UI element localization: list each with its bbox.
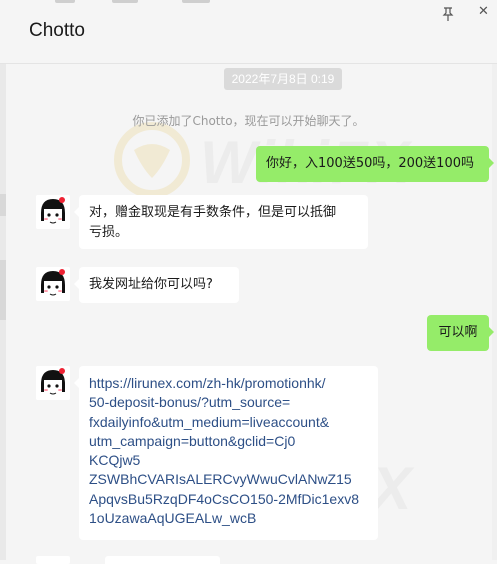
link-line[interactable]: ApqvsBu5RzqDF4oCsCO150-2MfDic1exv8 — [89, 490, 368, 509]
incoming-message[interactable]: 我发网址给你可以吗? — [74, 267, 239, 303]
avatar-icon — [36, 267, 70, 301]
top-toolbar-fragment — [55, 0, 75, 3]
avatar[interactable] — [36, 366, 70, 400]
message-line: 对，赠金取现是有手数条件，但是可以抵御 — [89, 205, 337, 220]
outgoing-message[interactable]: 你好，入100送50吗，200送100吗 — [256, 146, 494, 182]
link-line[interactable]: ZSWBhCVARIsALERCvyWwuCvlANwZ15 — [89, 470, 368, 489]
message-text: 可以啊 — [438, 325, 478, 340]
system-message: 你已添加了Chotto，现在可以开始聊天了。 — [132, 114, 365, 128]
close-icon[interactable]: ✕ — [478, 4, 489, 19]
avatar-icon — [36, 366, 70, 400]
link-line[interactable]: KCQjw5 — [89, 451, 368, 470]
message-line: 亏损。 — [89, 225, 129, 240]
message-text: 你好，入100送50吗，200送100吗 — [266, 156, 474, 171]
avatar[interactable] — [36, 556, 70, 564]
link-line[interactable]: https://lirunex.com/zh-hk/promotionhk/ — [89, 374, 368, 393]
message-timestamp: 2022年7月8日 0:19 — [224, 68, 342, 90]
chat-area[interactable]: 2022年7月8日 0:19 你已添加了Chotto，现在可以开始聊天了。 你好… — [0, 64, 497, 564]
link-line[interactable]: 50-deposit-bonus/?utm_source= — [89, 393, 368, 412]
incoming-message-partial[interactable] — [105, 556, 220, 564]
avatar[interactable] — [36, 195, 70, 229]
avatar-icon — [36, 195, 70, 229]
link-line[interactable]: 1oUzawaAqUGEALw_wcB — [89, 509, 368, 528]
link-line[interactable]: fxdailyinfo&utm_medium=liveaccount& — [89, 413, 368, 432]
avatar[interactable] — [36, 267, 70, 301]
chat-title: Chotto — [29, 20, 85, 41]
outgoing-message[interactable]: 可以啊 — [427, 315, 494, 351]
chat-header: Chotto ✕ — [0, 0, 497, 64]
link-line[interactable]: utm_campaign=button&gclid=Cj0 — [89, 432, 368, 451]
message-text: 我发网址给你可以吗? — [89, 277, 213, 292]
pin-icon[interactable] — [440, 6, 456, 22]
incoming-message[interactable]: 对，赠金取现是有手数条件，但是可以抵御 亏损。 — [74, 195, 368, 249]
top-toolbar-fragment — [182, 0, 210, 3]
incoming-link-message[interactable]: https://lirunex.com/zh-hk/promotionhk/ 5… — [74, 366, 378, 540]
top-toolbar-fragment — [112, 0, 138, 3]
